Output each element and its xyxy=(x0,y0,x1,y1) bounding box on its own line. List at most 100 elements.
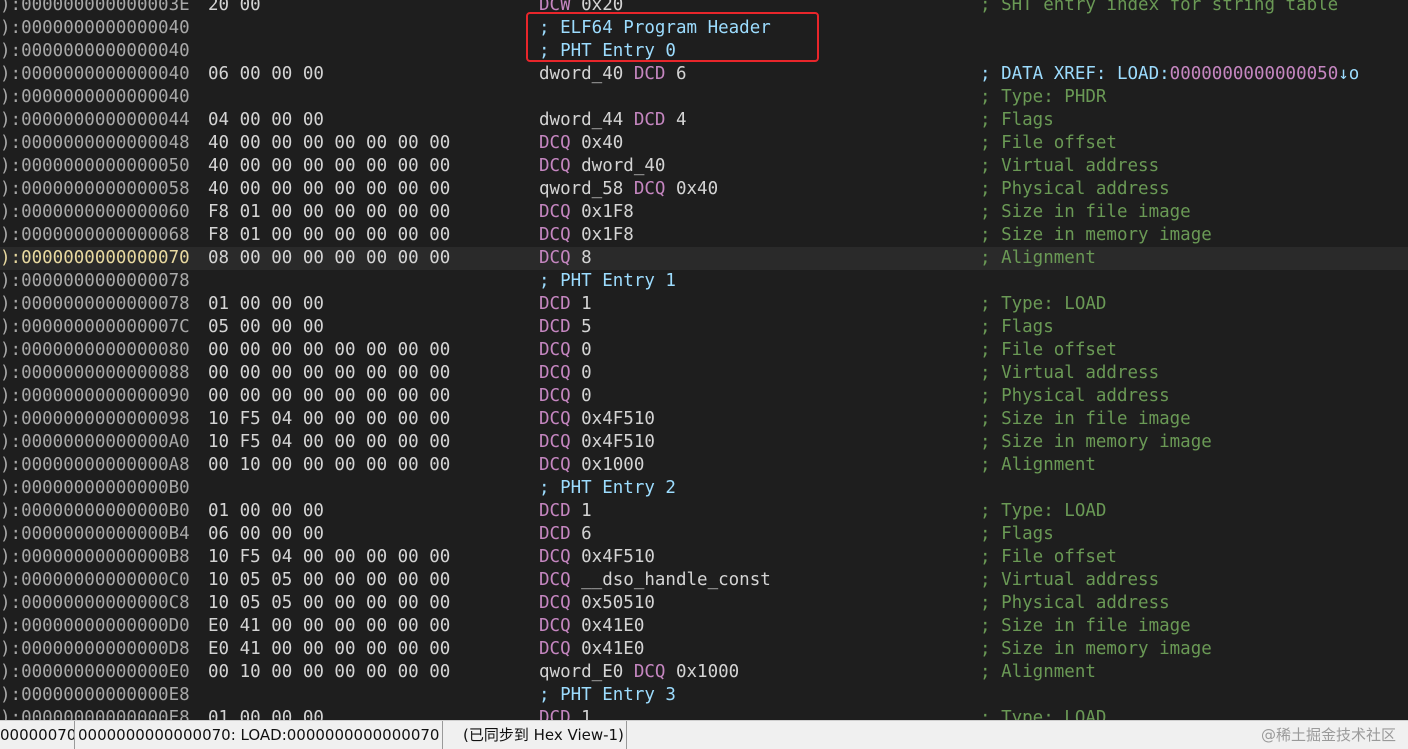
row-address[interactable]: ):0000000000000070 xyxy=(0,247,190,270)
row-address[interactable]: ):00000000000000C0 xyxy=(0,569,190,592)
operand[interactable]: dword_44 xyxy=(539,110,634,130)
row-address[interactable]: ):00000000000000D8 xyxy=(0,638,190,661)
row-instruction[interactable]: ; PHT Entry 1 xyxy=(539,270,676,293)
listing-row[interactable]: ):00000000000000B8 10 F5 04 00 00 00 00 0… xyxy=(0,546,1408,569)
operand[interactable]: 0 xyxy=(571,363,592,383)
row-instruction[interactable]: DCQ 0 xyxy=(539,339,592,362)
row-instruction[interactable]: DCQ 0x41E0 xyxy=(539,638,644,661)
row-address[interactable]: ):0000000000000080 xyxy=(0,339,190,362)
row-instruction[interactable]: dword_44 DCD 4 xyxy=(539,109,687,132)
row-instruction[interactable]: DCQ 0 xyxy=(539,385,592,408)
operand[interactable]: 0x1F8 xyxy=(571,202,634,222)
row-instruction[interactable]: DCQ 0x1000 xyxy=(539,454,644,477)
listing-row[interactable]: ):00000000000000E8 01 00 00 00 DCD 1 ; Type… xyxy=(0,707,1408,720)
operand[interactable]: 8 xyxy=(571,248,592,268)
row-address[interactable]: ):0000000000000058 xyxy=(0,178,190,201)
listing-row[interactable]: ):0000000000000068 F8 01 00 00 00 00 00 0… xyxy=(0,224,1408,247)
operand[interactable]: 0 xyxy=(571,386,592,406)
operand[interactable]: 0x4F510 xyxy=(571,547,655,567)
operand[interactable]: 0x4F510 xyxy=(571,432,655,452)
operand[interactable]: 0x4F510 xyxy=(571,409,655,429)
row-address[interactable]: ):0000000000000040 xyxy=(0,40,190,63)
listing-row[interactable]: ):0000000000000050 40 00 00 00 00 00 00 0… xyxy=(0,155,1408,178)
operand[interactable]: 0x40 xyxy=(665,179,718,199)
row-instruction[interactable]: qword_E0 DCQ 0x1000 xyxy=(539,661,739,684)
row-instruction[interactable]: DCQ 0x1F8 xyxy=(539,224,634,247)
row-address[interactable]: ):0000000000000098 xyxy=(0,408,190,431)
listing-row[interactable]: ):000000000000007C 05 00 00 00 DCD 5 ; Flag… xyxy=(0,316,1408,339)
listing-row[interactable]: ):00000000000000E8 ; PHT Entry 3 xyxy=(0,684,1408,707)
listing-row[interactable]: ):0000000000000040 ; Type: PHDR xyxy=(0,86,1408,109)
row-instruction[interactable]: DCQ 0x40 xyxy=(539,132,623,155)
row-address[interactable]: ):00000000000000B4 xyxy=(0,523,190,546)
row-instruction[interactable]: DCQ 0x4F510 xyxy=(539,546,655,569)
listing-row[interactable]: ):0000000000000078 ; PHT Entry 1 xyxy=(0,270,1408,293)
operand[interactable]: 6 xyxy=(665,64,687,84)
operand[interactable]: 0x41E0 xyxy=(571,616,644,636)
row-instruction[interactable]: ; ELF64 Program Header xyxy=(539,17,771,40)
listing-row[interactable]: ):000000000000003E 20 00 DCW 0x20 ; SHT ent… xyxy=(0,0,1408,17)
operand[interactable]: 0x1F8 xyxy=(571,225,634,245)
listing-row[interactable]: ):0000000000000040 06 00 00 00 dword_40 DC… xyxy=(0,63,1408,86)
row-instruction[interactable]: DCD 1 xyxy=(539,500,592,523)
row-instruction[interactable]: DCQ 0 xyxy=(539,362,592,385)
disassembly-listing[interactable]: ):000000000000003E 20 00 DCW 0x20 ; SHT ent… xyxy=(0,0,1408,720)
listing-row[interactable]: ):0000000000000058 40 00 00 00 00 00 00 0… xyxy=(0,178,1408,201)
row-address[interactable]: ):0000000000000048 xyxy=(0,132,190,155)
row-instruction[interactable]: qword_58 DCQ 0x40 xyxy=(539,178,718,201)
listing-row[interactable]: ):0000000000000088 00 00 00 00 00 00 00 0… xyxy=(0,362,1408,385)
row-address[interactable]: ):00000000000000A8 xyxy=(0,454,190,477)
row-address[interactable]: ):0000000000000078 xyxy=(0,270,190,293)
row-instruction[interactable]: DCQ 0x4F510 xyxy=(539,431,655,454)
row-address[interactable]: ):0000000000000044 xyxy=(0,109,190,132)
operand[interactable]: __dso_handle_const xyxy=(571,570,771,590)
row-address[interactable]: ):0000000000000040 xyxy=(0,17,190,40)
row-address[interactable]: ):00000000000000E0 xyxy=(0,661,190,684)
row-address[interactable]: ):00000000000000B8 xyxy=(0,546,190,569)
listing-row[interactable]: ):0000000000000078 01 00 00 00 DCD 1 ; Type… xyxy=(0,293,1408,316)
listing-row[interactable]: ):00000000000000D0 E0 41 00 00 00 00 00 0… xyxy=(0,615,1408,638)
row-address[interactable]: ):000000000000007C xyxy=(0,316,190,339)
row-instruction[interactable]: DCQ 0x4F510 xyxy=(539,408,655,431)
listing-row[interactable]: ):00000000000000C8 10 05 05 00 00 00 00 0… xyxy=(0,592,1408,615)
row-address[interactable]: ):0000000000000090 xyxy=(0,385,190,408)
listing-row[interactable]: ):00000000000000E0 00 10 00 00 00 00 00 0… xyxy=(0,661,1408,684)
listing-row[interactable]: ):00000000000000B0 01 00 00 00 DCD 1 ; Type… xyxy=(0,500,1408,523)
operand[interactable]: 0x1000 xyxy=(571,455,644,475)
operand[interactable]: 1 xyxy=(571,501,592,521)
row-address[interactable]: ):0000000000000068 xyxy=(0,224,190,247)
listing-row[interactable]: ):0000000000000080 00 00 00 00 00 00 00 0… xyxy=(0,339,1408,362)
row-instruction[interactable]: dword_40 DCD 6 xyxy=(539,63,687,86)
listing-row[interactable]: ):0000000000000090 00 00 00 00 00 00 00 0… xyxy=(0,385,1408,408)
operand[interactable]: qword_58 xyxy=(539,179,634,199)
listing-row[interactable]: ):0000000000000060 F8 01 00 00 00 00 00 0… xyxy=(0,201,1408,224)
row-address[interactable]: ):0000000000000078 xyxy=(0,293,190,316)
row-instruction[interactable]: DCQ 0x41E0 xyxy=(539,615,644,638)
operand[interactable]: 6 xyxy=(571,524,592,544)
row-instruction[interactable]: DCQ 8 xyxy=(539,247,592,270)
row-instruction[interactable]: ; PHT Entry 0 xyxy=(539,40,676,63)
row-address[interactable]: ):00000000000000C8 xyxy=(0,592,190,615)
listing-row[interactable]: ):0000000000000040 ; ELF64 Program Header xyxy=(0,17,1408,40)
row-instruction[interactable]: DCD 1 xyxy=(539,707,592,720)
listing-row[interactable]: ):0000000000000070 08 00 00 00 00 00 00 0… xyxy=(0,247,1408,270)
listing-row[interactable]: ):0000000000000040 ; PHT Entry 0 xyxy=(0,40,1408,63)
row-instruction[interactable]: DCD 5 xyxy=(539,316,592,339)
operand[interactable]: 5 xyxy=(571,317,592,337)
row-address[interactable]: ):0000000000000060 xyxy=(0,201,190,224)
listing-row[interactable]: ):00000000000000D8 E0 41 00 00 00 00 00 0… xyxy=(0,638,1408,661)
operand[interactable]: 4 xyxy=(665,110,687,130)
row-instruction[interactable]: DCQ __dso_handle_const xyxy=(539,569,771,592)
row-address[interactable]: ):00000000000000B0 xyxy=(0,477,190,500)
row-instruction[interactable]: DCD 6 xyxy=(539,523,592,546)
row-address[interactable]: ):00000000000000B0 xyxy=(0,500,190,523)
row-instruction[interactable]: DCQ 0x1F8 xyxy=(539,201,634,224)
row-instruction[interactable]: DCQ 0x50510 xyxy=(539,592,655,615)
operand[interactable]: 0 xyxy=(571,340,592,360)
operand[interactable]: 1 xyxy=(571,708,592,720)
listing-row[interactable]: ):00000000000000A0 10 F5 04 00 00 00 00 0… xyxy=(0,431,1408,454)
listing-row[interactable]: ):00000000000000A8 00 10 00 00 00 00 00 0… xyxy=(0,454,1408,477)
row-address[interactable]: ):000000000000003E xyxy=(0,0,190,17)
listing-row[interactable]: ):00000000000000B0 ; PHT Entry 2 xyxy=(0,477,1408,500)
listing-row[interactable]: ):0000000000000098 10 F5 04 00 00 00 00 0… xyxy=(0,408,1408,431)
